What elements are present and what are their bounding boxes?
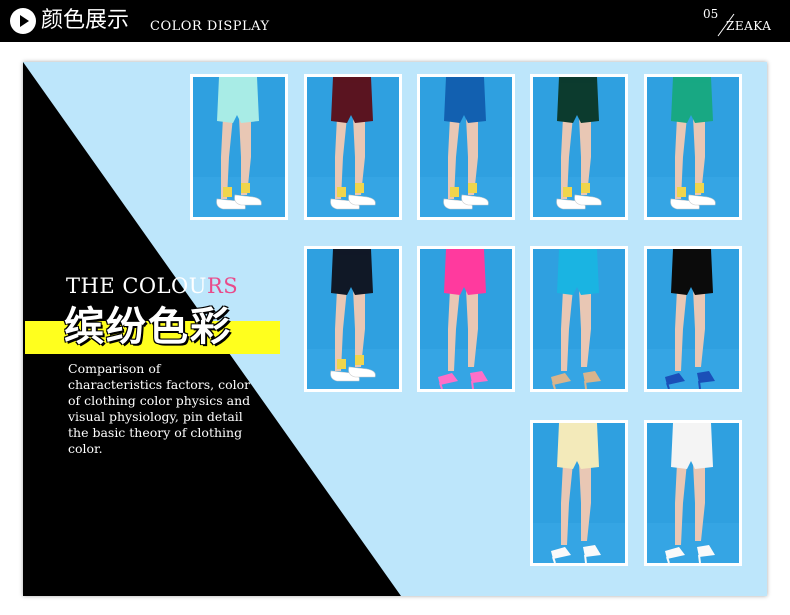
color-swatch-photo[interactable] <box>190 74 288 220</box>
color-swatch-photo[interactable] <box>530 246 628 392</box>
color-swatch-photo[interactable] <box>304 74 402 220</box>
intro-description: Comparison of characteristics factors, c… <box>68 361 251 456</box>
model-shorts-figure <box>307 77 399 217</box>
color-swatch-photo[interactable] <box>530 420 628 566</box>
color-swatch-photo[interactable] <box>644 74 742 220</box>
model-shorts-figure <box>420 249 512 389</box>
model-shorts-figure <box>533 249 625 389</box>
brand-name: ZEAKA <box>726 19 772 33</box>
color-swatch-photo[interactable] <box>417 246 515 392</box>
model-shorts-figure <box>647 249 739 389</box>
color-swatch-photo[interactable] <box>530 74 628 220</box>
color-swatch-photo[interactable] <box>304 246 402 392</box>
model-shorts-figure <box>647 77 739 217</box>
play-circle-icon <box>10 8 36 34</box>
model-shorts-figure <box>647 423 739 563</box>
color-swatch-photo[interactable] <box>644 246 742 392</box>
colorful-heading-cn: 缤纷色彩 <box>64 303 232 350</box>
model-shorts-figure <box>533 77 625 217</box>
color-swatch-photo[interactable] <box>417 74 515 220</box>
page-header: 颜色展示 COLOR DISPLAY 05 ZEAKA <box>0 0 790 42</box>
model-shorts-figure <box>420 77 512 217</box>
model-shorts-figure <box>307 249 399 389</box>
model-shorts-figure <box>533 423 625 563</box>
section-title-en: COLOR DISPLAY <box>150 19 270 34</box>
model-shorts-figure <box>193 77 285 217</box>
section-title-cn: 颜色展示 <box>41 8 130 33</box>
color-swatch-photo[interactable] <box>644 420 742 566</box>
